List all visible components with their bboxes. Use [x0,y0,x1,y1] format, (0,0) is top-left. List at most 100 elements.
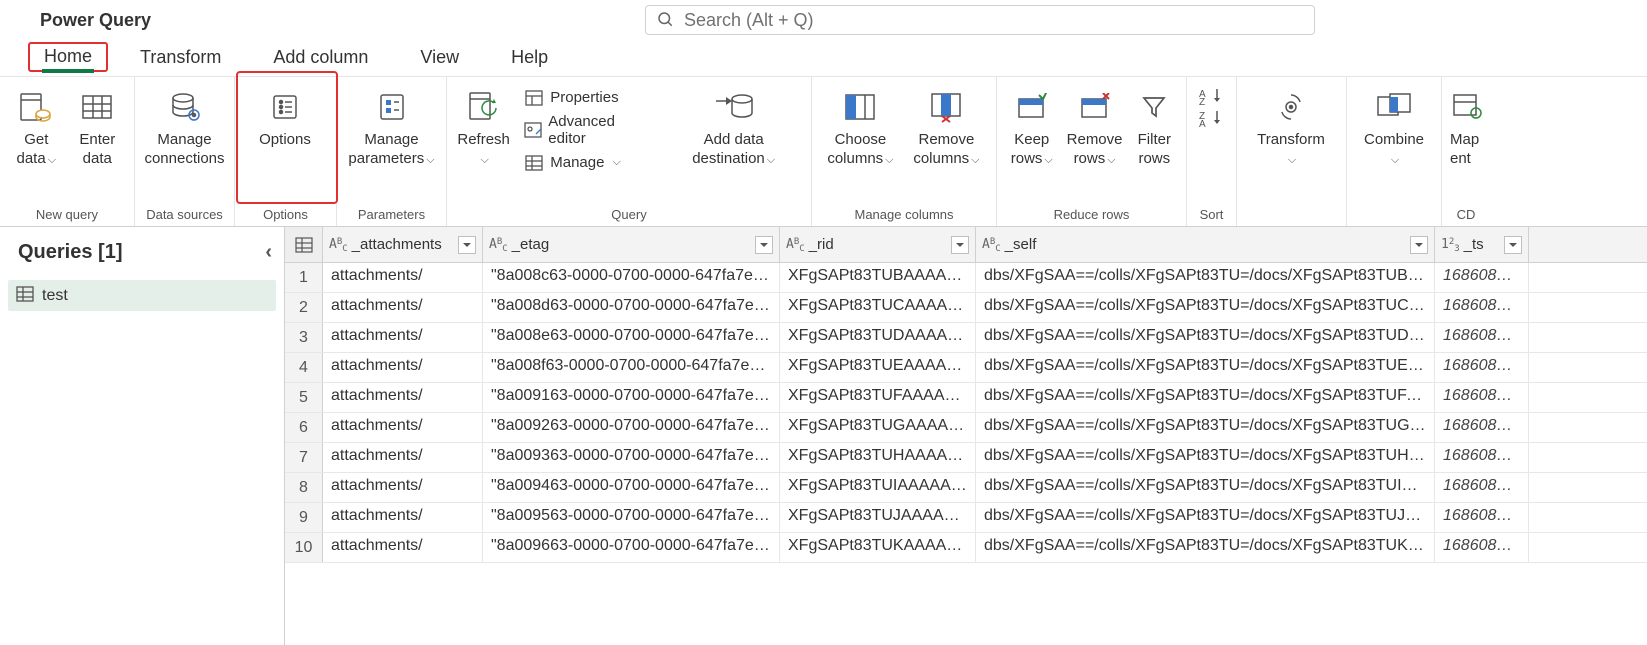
column-header-ts[interactable]: 123_ts [1435,227,1529,262]
text-type-icon: ABC [489,237,508,252]
table-row[interactable]: 1attachments/"8a008c63-0000-0700-0000-64… [285,263,1647,293]
ribbon: Get data⌵ Enter data New query Manage [0,76,1647,227]
column-filter-dropdown[interactable] [951,236,969,254]
keep-rows-icon [1016,87,1048,127]
cell: XFgSAPt83TUEAAAAAA... [780,353,976,382]
cell: XFgSAPt83TUCAAAAAA... [780,293,976,322]
row-number[interactable]: 8 [285,473,323,502]
tab-view[interactable]: View [406,43,473,72]
filter-rows-icon [1140,87,1168,127]
data-grid: ABC_attachmentsABC_etagABC_ridABC_self12… [285,227,1647,645]
column-header-etag[interactable]: ABC _etag [483,227,780,262]
map-entities-icon [1452,87,1482,127]
cell: 168608766 [1435,413,1529,442]
manage-button[interactable]: Manage⌵ [518,152,644,173]
cell: 168608766 [1435,443,1529,472]
sort-asc-button[interactable]: AZ [1199,85,1225,107]
group-sort: Sort [1193,205,1230,226]
sort-desc-button[interactable]: ZA [1199,107,1225,129]
column-filter-dropdown[interactable] [1504,236,1522,254]
column-name: _attachments [352,236,442,253]
advanced-editor-button[interactable]: Advanced editor [518,111,644,149]
cell: "8a008e63-0000-0700-0000-647fa7ed0... [483,323,780,352]
cell: XFgSAPt83TUFAAAAAA... [780,383,976,412]
group-reduce-rows: Reduce rows [1003,205,1180,226]
cell: attachments/ [323,263,483,292]
query-item-test[interactable]: test [8,280,276,311]
table-row[interactable]: 9attachments/"8a009563-0000-0700-0000-64… [285,503,1647,533]
cell: attachments/ [323,413,483,442]
row-number[interactable]: 6 [285,413,323,442]
enter-data-button[interactable]: Enter data [67,85,128,169]
text-type-icon: ABC [329,237,348,252]
cell: XFgSAPt83TUIAAAAAA... [780,473,976,502]
map-entities-button[interactable]: Map ent [1448,85,1486,169]
row-number[interactable]: 4 [285,353,323,382]
remove-rows-button[interactable]: Remove rows⌵ [1061,85,1129,169]
tab-add-column[interactable]: Add column [259,43,382,72]
column-header-attachments[interactable]: ABC _attachments [323,227,483,262]
cell: dbs/XFgSAA==/colls/XFgSAPt83TU=/docs/XFg… [976,263,1435,292]
properties-button[interactable]: Properties [518,87,644,108]
search-input[interactable]: Search (Alt + Q) [645,5,1315,35]
table-row[interactable]: 7attachments/"8a009363-0000-0700-0000-64… [285,443,1647,473]
column-name: _etag [512,236,550,253]
choose-columns-button[interactable]: Choose columns⌵ [818,85,903,169]
cell: "8a009563-0000-0700-0000-647fa7ed0... [483,503,780,532]
search-placeholder: Search (Alt + Q) [684,10,814,31]
column-name: _rid [809,236,834,253]
column-header-self[interactable]: ABC_self [976,227,1435,262]
refresh-button[interactable]: Refresh⌵ [453,85,514,169]
query-item-label: test [42,287,68,305]
table-row[interactable]: 5attachments/"8a009163-0000-0700-0000-64… [285,383,1647,413]
row-number[interactable]: 9 [285,503,323,532]
transform-button[interactable]: Transform⌵ [1243,85,1339,169]
cell: attachments/ [323,383,483,412]
collapse-queries-icon[interactable]: ‹ [265,241,272,264]
table-row[interactable]: 3attachments/"8a008e63-0000-0700-0000-64… [285,323,1647,353]
cell: "8a009263-0000-0700-0000-647fa7ed0... [483,413,780,442]
column-name: _ts [1464,236,1484,253]
tab-transform[interactable]: Transform [126,43,235,72]
filter-rows-button[interactable]: Filter rows [1129,85,1180,169]
column-filter-dropdown[interactable] [755,236,773,254]
tab-home[interactable]: Home [28,42,108,72]
table-row[interactable]: 10attachments/"8a009663-0000-0700-0000-6… [285,533,1647,563]
group-cdm: CD [1448,205,1484,226]
cell: dbs/XFgSAA==/colls/XFgSAPt83TU=/docs/XFg… [976,383,1435,412]
row-number[interactable]: 2 [285,293,323,322]
get-data-button[interactable]: Get data⌵ [6,85,67,169]
cell: 168608766 [1435,293,1529,322]
manage-parameters-button[interactable]: Manage parameters⌵ [343,85,440,169]
table-row[interactable]: 8attachments/"8a009463-0000-0700-0000-64… [285,473,1647,503]
column-header-rid[interactable]: ABC _rid [780,227,976,262]
column-filter-dropdown[interactable] [458,236,476,254]
row-number[interactable]: 7 [285,443,323,472]
row-number[interactable]: 1 [285,263,323,292]
add-data-destination-button[interactable]: Add data destination⌵ [662,85,805,169]
manage-connections-button[interactable]: Manage connections [141,85,228,169]
table-row[interactable]: 2attachments/"8a008d63-0000-0700-0000-64… [285,293,1647,323]
keep-rows-button[interactable]: Keep rows⌵ [1003,85,1061,169]
group-data-sources: Data sources [141,205,228,226]
table-row[interactable]: 6attachments/"8a009263-0000-0700-0000-64… [285,413,1647,443]
table-row[interactable]: 4attachments/"8a008f63-0000-0700-0000-64… [285,353,1647,383]
cell: dbs/XFgSAA==/colls/XFgSAPt83TU=/docs/XFg… [976,413,1435,442]
group-query: Query [453,205,805,226]
queries-pane: Queries [1] ‹ test [0,227,285,645]
row-number[interactable]: 10 [285,533,323,562]
cell: 168608766 [1435,263,1529,292]
text-type-icon: ABC [786,237,805,252]
grid-corner-icon[interactable] [285,227,323,262]
cell: attachments/ [323,503,483,532]
combine-button[interactable]: Combine⌵ [1353,85,1435,169]
properties-icon [524,90,544,106]
cell: XFgSAPt83TUDAAAAAA... [780,323,976,352]
remove-columns-button[interactable]: Remove columns⌵ [903,85,990,169]
cell: dbs/XFgSAA==/colls/XFgSAPt83TU=/docs/XFg… [976,503,1435,532]
advanced-editor-icon [524,122,542,138]
tab-help[interactable]: Help [497,43,562,72]
row-number[interactable]: 3 [285,323,323,352]
column-filter-dropdown[interactable] [1410,236,1428,254]
row-number[interactable]: 5 [285,383,323,412]
